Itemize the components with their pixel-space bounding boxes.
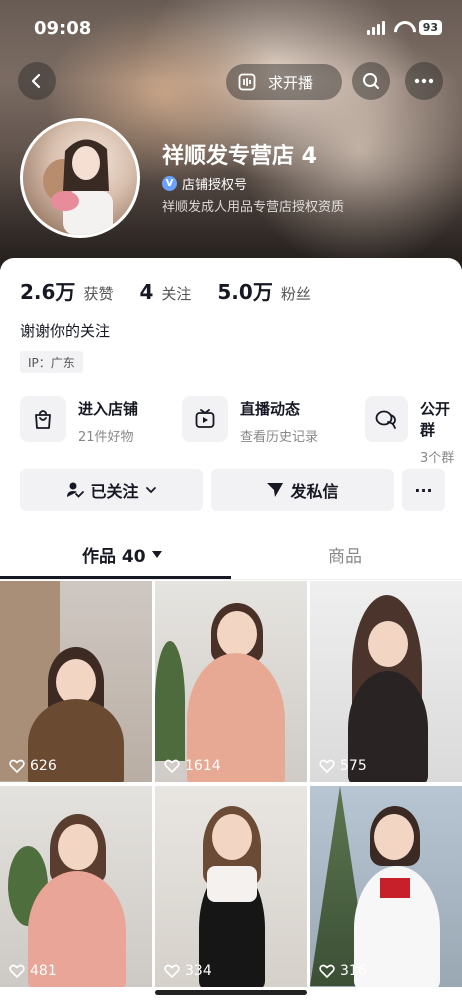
post-tile[interactable]: 1614 bbox=[155, 581, 307, 782]
lace-collar-decor bbox=[207, 866, 257, 902]
public-group-entry[interactable]: 公开群 3个群 bbox=[365, 396, 462, 466]
post-likes-count: 626 bbox=[30, 758, 57, 774]
likes-count[interactable]: 2.6万 bbox=[20, 276, 75, 305]
signal-icon bbox=[366, 20, 385, 35]
live-chart-icon bbox=[238, 73, 256, 91]
avatar[interactable] bbox=[20, 118, 140, 238]
public-group-sub: 3个群 bbox=[419, 451, 455, 466]
status-bar: 09:08 93 bbox=[0, 0, 462, 56]
heart-icon bbox=[319, 964, 335, 978]
red-bow-decor bbox=[380, 878, 410, 898]
verification-row: V 店铺授权号 bbox=[162, 174, 247, 193]
heart-icon bbox=[319, 759, 335, 773]
status-icons: 93 bbox=[366, 20, 442, 35]
battery-icon: 93 bbox=[418, 20, 442, 35]
verification-label: 店铺授权号 bbox=[182, 178, 248, 193]
shop-subtitle: 祥顺发成人用品专营店授权资质 bbox=[162, 200, 345, 215]
post-tile[interactable]: 575 bbox=[310, 581, 462, 782]
shop-name: 祥顺发专营店 4 bbox=[162, 144, 317, 169]
post-likes-count: 575 bbox=[340, 758, 367, 774]
profile-card: 2.6万 获赞 4 关注 5.0万 粉丝 谢谢你的关注 IP：广东 进入店铺 2… bbox=[0, 258, 462, 1000]
following-label: 关注 bbox=[161, 285, 192, 303]
heart-icon bbox=[9, 759, 25, 773]
post-likes: 316 bbox=[319, 963, 367, 979]
fans-count[interactable]: 5.0万 bbox=[217, 276, 272, 305]
public-group-title: 公开群 bbox=[419, 400, 450, 439]
post-likes: 1614 bbox=[164, 758, 221, 774]
plant-decor bbox=[155, 641, 185, 761]
verified-badge-icon: V bbox=[162, 176, 177, 191]
tv-icon bbox=[182, 396, 228, 442]
tab-products[interactable]: 商品 bbox=[328, 542, 362, 567]
request-live-label: 求开播 bbox=[268, 73, 314, 92]
enter-shop-sub: 21件好物 bbox=[78, 430, 134, 445]
send-icon bbox=[267, 483, 284, 497]
post-tile[interactable]: 626 bbox=[0, 581, 152, 782]
heart-icon bbox=[9, 964, 25, 978]
profile-stats: 2.6万 获赞 4 关注 5.0万 粉丝 bbox=[20, 276, 311, 305]
enter-shop-entry[interactable]: 进入店铺 21件好物 bbox=[20, 396, 138, 445]
live-history-entry[interactable]: 直播动态 查看历史记录 bbox=[182, 396, 318, 445]
more-button[interactable] bbox=[405, 62, 443, 100]
search-icon bbox=[363, 73, 379, 89]
caret-down-icon bbox=[151, 550, 162, 558]
post-likes-count: 481 bbox=[30, 963, 57, 979]
user-check-icon bbox=[67, 482, 85, 498]
bio: 谢谢你的关注 bbox=[20, 322, 111, 340]
post-likes: 575 bbox=[319, 758, 367, 774]
send-message-button[interactable]: 发私信 bbox=[211, 469, 394, 511]
send-message-label: 发私信 bbox=[290, 482, 339, 501]
tab-works[interactable]: 作品 40 bbox=[82, 542, 162, 567]
profile-banner: 09:08 93 求开播 祥顺发专营店 4 V 店铺授权号 祥顺发成人用品专营店… bbox=[0, 0, 462, 270]
back-button[interactable] bbox=[18, 62, 56, 100]
chevron-left-icon bbox=[31, 73, 41, 89]
post-likes: 626 bbox=[9, 758, 57, 774]
post-likes-count: 334 bbox=[185, 963, 212, 979]
live-history-sub: 查看历史记录 bbox=[240, 430, 319, 445]
chevron-down-icon bbox=[145, 487, 156, 494]
avatar-photo bbox=[43, 139, 113, 235]
more-actions-label: ··· bbox=[414, 480, 433, 500]
post-likes: 334 bbox=[164, 963, 212, 979]
home-indicator[interactable] bbox=[155, 990, 307, 995]
heart-icon bbox=[164, 759, 180, 773]
ip-location: IP：广东 bbox=[20, 351, 83, 373]
status-time: 09:08 bbox=[34, 18, 92, 39]
content-tabs: 作品 40 商品 bbox=[0, 530, 462, 580]
feature-row: 进入店铺 21件好物 直播动态 查看历史记录 公开群 3个群 bbox=[20, 396, 462, 466]
more-actions-button[interactable]: ··· bbox=[402, 469, 445, 511]
post-tile[interactable]: 481 bbox=[0, 786, 152, 987]
wifi-icon bbox=[393, 21, 411, 35]
post-tile[interactable]: 334 bbox=[155, 786, 307, 987]
post-tile[interactable]: 316 bbox=[310, 786, 462, 987]
fans-label: 粉丝 bbox=[280, 285, 311, 303]
tab-active-underline bbox=[0, 576, 231, 579]
request-live-button[interactable]: 求开播 bbox=[226, 64, 342, 100]
shopping-bag-icon bbox=[20, 396, 66, 442]
likes-label: 获赞 bbox=[83, 285, 114, 303]
heart-icon bbox=[164, 964, 180, 978]
search-button[interactable] bbox=[352, 62, 390, 100]
post-likes-count: 1614 bbox=[185, 758, 221, 774]
following-count[interactable]: 4 bbox=[139, 280, 153, 304]
followed-button[interactable]: 已关注 bbox=[20, 469, 203, 511]
live-history-title: 直播动态 bbox=[240, 400, 301, 418]
post-likes: 481 bbox=[9, 963, 57, 979]
tab-works-label: 作品 40 bbox=[82, 547, 146, 567]
chat-bubbles-icon bbox=[365, 396, 408, 442]
enter-shop-title: 进入店铺 bbox=[78, 400, 139, 418]
action-row: 已关注 发私信 ··· bbox=[20, 469, 445, 511]
post-likes-count: 316 bbox=[340, 963, 367, 979]
followed-label: 已关注 bbox=[90, 482, 139, 501]
more-dots-icon bbox=[414, 78, 434, 84]
